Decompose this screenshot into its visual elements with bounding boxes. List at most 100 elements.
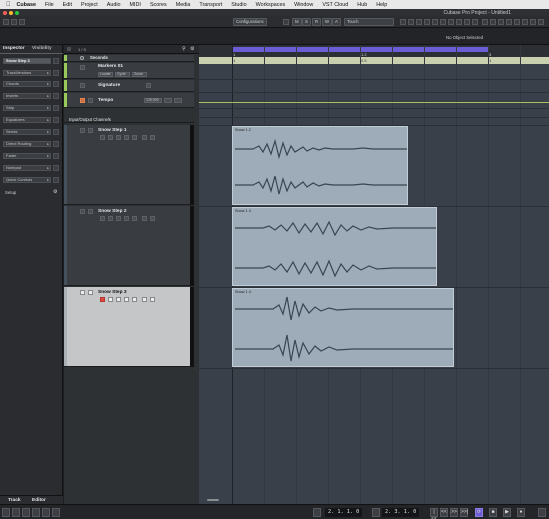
audio-track-row[interactable]: Snow Step 1: [64, 125, 194, 205]
menu-help[interactable]: Help: [376, 2, 387, 8]
edit-instrument-button[interactable]: [132, 297, 137, 302]
tempo-mode-button[interactable]: [164, 98, 172, 103]
tab-visibility[interactable]: Visibility: [32, 46, 52, 51]
folder-header[interactable]: Input/Output Channels: [64, 117, 194, 123]
section-toggle-icon[interactable]: [53, 81, 59, 87]
menu-audio[interactable]: Audio: [107, 2, 121, 8]
ruler[interactable]: 1 1.2 3 1 0.5 1: [199, 45, 549, 64]
lock-button[interactable]: [150, 135, 155, 140]
section-chords[interactable]: Chords ▸: [3, 81, 51, 87]
link-icon[interactable]: [514, 19, 520, 25]
lanes-button[interactable]: [142, 297, 147, 302]
section-notepad[interactable]: Notepad ▸: [3, 165, 51, 171]
grid-type-icon[interactable]: [490, 19, 496, 25]
solo-button[interactable]: [88, 128, 93, 133]
tempo-track[interactable]: Tempo 120.000: [64, 93, 194, 108]
minimize-window-button[interactable]: [9, 10, 13, 15]
lanes-button[interactable]: [142, 135, 147, 140]
menu-midi[interactable]: MIDI: [130, 2, 141, 8]
forward-button[interactable]: >>: [450, 508, 458, 517]
video-icon[interactable]: [52, 508, 60, 517]
automation-mode-select[interactable]: Touch: [344, 18, 394, 26]
menu-cubase[interactable]: Cubase: [17, 2, 36, 8]
right-locator[interactable]: 2. 3. 1. 0: [382, 508, 420, 517]
control-room-icon[interactable]: [32, 508, 40, 517]
toggle-a[interactable]: A: [332, 18, 341, 26]
punch-out-icon[interactable]: [372, 508, 380, 517]
audio-event[interactable]: Snow 1.2: [232, 126, 408, 205]
section-toggle-icon[interactable]: [53, 105, 59, 111]
record-enable-button[interactable]: [100, 216, 105, 221]
section-direct-routing[interactable]: Direct Routing ▸: [3, 141, 51, 147]
media-icon[interactable]: [22, 508, 30, 517]
menu-scores[interactable]: Scores: [150, 2, 167, 8]
right-zone-toggle-icon[interactable]: [19, 19, 25, 25]
metronome-icon[interactable]: [538, 508, 546, 517]
glue-tool-icon[interactable]: [424, 19, 430, 25]
snap-icon[interactable]: [482, 19, 488, 25]
stop-button[interactable]: ■: [489, 508, 497, 517]
section-quick-controls[interactable]: Quick Controls ▸: [3, 177, 51, 183]
zoom-window-button[interactable]: [15, 10, 19, 15]
erase-tool-icon[interactable]: [432, 19, 438, 25]
section-toggle-icon[interactable]: [53, 93, 59, 99]
read-automation-button[interactable]: [116, 135, 121, 140]
pointer-icon[interactable]: [522, 19, 528, 25]
menu-project[interactable]: Project: [81, 2, 98, 8]
record-button[interactable]: ●: [517, 508, 525, 517]
read-automation-button[interactable]: [116, 297, 121, 302]
tempo-activate-icon[interactable]: [80, 98, 85, 103]
section-toggle-icon[interactable]: [53, 117, 59, 123]
gear-icon[interactable]: ⚙: [190, 46, 194, 52]
section-toggle-icon[interactable]: [53, 165, 59, 171]
setup-label[interactable]: Setup: [5, 190, 16, 195]
left-zone-toggle-icon[interactable]: [3, 19, 9, 25]
close-window-button[interactable]: [3, 10, 7, 15]
menu-transport[interactable]: Transport: [199, 2, 222, 8]
solo-button[interactable]: [88, 209, 93, 214]
menu-workspaces[interactable]: Workspaces: [256, 2, 286, 8]
signature-track[interactable]: Signature: [64, 80, 194, 92]
gear-icon[interactable]: ⚙: [53, 189, 57, 195]
tab-track[interactable]: Track: [8, 498, 21, 503]
tab-editor[interactable]: Editor: [32, 498, 46, 503]
settings-icon[interactable]: [538, 19, 544, 25]
cycle-button[interactable]: ⟳: [475, 508, 483, 517]
solo-button[interactable]: [88, 290, 93, 295]
draw-tool-icon[interactable]: [464, 19, 470, 25]
write-automation-button[interactable]: [124, 297, 129, 302]
play-tool-icon[interactable]: [472, 19, 478, 25]
mixer-icon[interactable]: [12, 508, 20, 517]
section-equalizers[interactable]: Equalizers ▸: [3, 117, 51, 123]
write-automation-button[interactable]: [124, 216, 129, 221]
audio-track-row[interactable]: Snow Step 2: [64, 206, 194, 286]
toggle-s[interactable]: S: [302, 18, 311, 26]
pencil-icon[interactable]: [530, 19, 536, 25]
marker-track[interactable]: Markers 01 Locate Cycle Zoom: [64, 63, 194, 79]
lanes-button[interactable]: [142, 216, 147, 221]
mute-button[interactable]: [80, 209, 85, 214]
mute-button[interactable]: [80, 290, 85, 295]
section-trackversions[interactable]: TrackVersions ▸: [3, 70, 51, 76]
edit-channel-settings-icon[interactable]: [53, 58, 59, 64]
search-icon[interactable]: ⚲: [182, 46, 186, 52]
menu-window[interactable]: Window: [294, 2, 313, 8]
section-strip[interactable]: Strip ▸: [3, 105, 51, 111]
mute-button[interactable]: [80, 128, 85, 133]
section-fader[interactable]: Fader ▸: [3, 153, 51, 159]
record-enable-button[interactable]: [100, 297, 105, 302]
object-selection-tool-icon[interactable]: [400, 19, 406, 25]
record-enable-button[interactable]: [100, 135, 105, 140]
zoom-tool-icon[interactable]: [440, 19, 446, 25]
apple-icon[interactable]: : [6, 2, 11, 8]
section-toggle-icon[interactable]: [53, 129, 59, 135]
menu-file[interactable]: File: [45, 2, 54, 8]
workspace-icon[interactable]: [2, 508, 10, 517]
lock-button[interactable]: [150, 297, 155, 302]
audio-event[interactable]: Snow 1.3: [232, 207, 437, 286]
go-to-end-button[interactable]: >>|: [460, 508, 468, 517]
menu-media[interactable]: Media: [176, 2, 191, 8]
monitor-button[interactable]: [108, 216, 113, 221]
inspector-track-name[interactable]: Snow Step 3: [3, 58, 51, 64]
rewind-button[interactable]: <<: [440, 508, 448, 517]
